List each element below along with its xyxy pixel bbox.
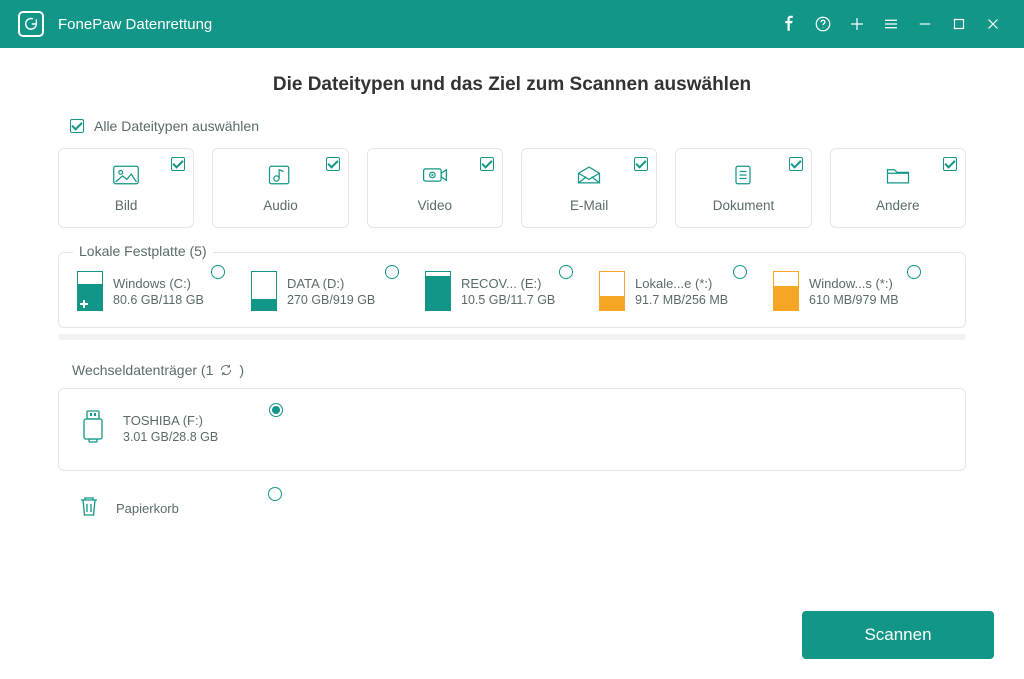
drive-icon [773, 271, 799, 311]
app-window: FonePaw Datenrettung Die Dateitypen und … [0, 0, 1024, 679]
drive-radio[interactable] [559, 265, 573, 279]
filetype-card-document[interactable]: Dokument [675, 148, 811, 228]
document-icon [729, 163, 757, 192]
recycle-bin-label: Papierkorb [116, 501, 179, 516]
drive-name: Window...s (*:) [809, 276, 899, 291]
page-title: Die Dateitypen und das Ziel zum Scannen … [58, 74, 966, 96]
drive-icon [599, 271, 625, 311]
video-icon [421, 163, 449, 192]
titlebar: FonePaw Datenrettung [0, 0, 1024, 48]
app-title: FonePaw Datenrettung [58, 16, 212, 33]
filetype-checkbox[interactable] [171, 157, 185, 171]
horizontal-scrollbar[interactable] [58, 334, 966, 340]
local-drives-legend: Lokale Festplatte (5) [73, 243, 213, 259]
filetype-label: Andere [876, 198, 920, 213]
filetype-label: Dokument [713, 198, 775, 213]
drive-size: 91.7 MB/256 MB [635, 293, 728, 307]
drive-item[interactable]: Window...s (*:) 610 MB/979 MB [773, 271, 947, 311]
local-drives-row: Windows (C:) 80.6 GB/118 GB DATA (D:) 27… [77, 271, 947, 311]
select-all-row[interactable]: Alle Dateitypen auswählen [70, 118, 966, 134]
removable-legend-prefix: Wechseldatenträger (1 [72, 362, 213, 378]
drive-name: DATA (D:) [287, 276, 375, 291]
removable-drives-group: TOSHIBA (F:) 3.01 GB/28.8 GB [58, 388, 966, 471]
email-icon [575, 163, 603, 192]
recycle-bin-item[interactable]: Papierkorb [76, 493, 256, 524]
filetype-card-email[interactable]: E-Mail [521, 148, 657, 228]
filetype-label: Bild [115, 198, 138, 213]
drive-radio[interactable] [211, 265, 225, 279]
filetype-checkbox[interactable] [634, 157, 648, 171]
filetype-card-video[interactable]: Video [367, 148, 503, 228]
filetype-checkbox[interactable] [943, 157, 957, 171]
select-all-checkbox[interactable] [70, 119, 84, 133]
drive-icon [425, 271, 451, 311]
filetype-checkbox[interactable] [326, 157, 340, 171]
app-logo [18, 11, 44, 37]
menu-icon[interactable] [874, 7, 908, 41]
drive-radio[interactable] [385, 265, 399, 279]
filetype-card-audio[interactable]: Audio [212, 148, 348, 228]
filetype-label: Video [418, 198, 452, 213]
drive-radio[interactable] [268, 487, 282, 501]
filetype-label: Audio [263, 198, 298, 213]
local-drives-group: Lokale Festplatte (5) Windows (C:) 80.6 … [58, 252, 966, 328]
facebook-icon[interactable] [772, 7, 806, 41]
drive-radio[interactable] [269, 403, 283, 417]
filetype-card-image[interactable]: Bild [58, 148, 194, 228]
windows-badge-icon [80, 300, 88, 308]
drive-name: RECOV... (E:) [461, 276, 555, 291]
filetype-label: E-Mail [570, 198, 608, 213]
register-icon[interactable] [840, 7, 874, 41]
filetype-checkbox[interactable] [480, 157, 494, 171]
help-icon[interactable] [806, 7, 840, 41]
maximize-button[interactable] [942, 7, 976, 41]
drive-name: TOSHIBA (F:) [123, 413, 218, 428]
content-area: Die Dateitypen und das Ziel zum Scannen … [0, 48, 1024, 679]
usb-icon [77, 409, 109, 448]
scan-button[interactable]: Scannen [802, 611, 994, 659]
filetype-row: Bild Audio Video E-M [58, 148, 966, 228]
image-icon [112, 163, 140, 192]
drive-item[interactable]: RECOV... (E:) 10.5 GB/11.7 GB [425, 271, 599, 311]
refresh-icon[interactable] [219, 363, 233, 377]
minimize-button[interactable] [908, 7, 942, 41]
select-all-label: Alle Dateitypen auswählen [94, 118, 259, 134]
drive-size: 10.5 GB/11.7 GB [461, 293, 555, 307]
drive-radio[interactable] [733, 265, 747, 279]
drive-item[interactable]: DATA (D:) 270 GB/919 GB [251, 271, 425, 311]
drive-size: 610 MB/979 MB [809, 293, 899, 307]
close-button[interactable] [976, 7, 1010, 41]
drive-icon [251, 271, 277, 311]
recycle-bin-icon [76, 493, 102, 524]
filetype-card-other[interactable]: Andere [830, 148, 966, 228]
drive-item[interactable]: Lokale...e (*:) 91.7 MB/256 MB [599, 271, 773, 311]
removable-header: Wechseldatenträger (1 ) [72, 362, 966, 378]
removable-drive-item[interactable]: TOSHIBA (F:) 3.01 GB/28.8 GB [77, 409, 257, 448]
removable-legend-suffix: ) [239, 362, 244, 378]
drive-icon [77, 271, 103, 311]
drive-item[interactable]: Windows (C:) 80.6 GB/118 GB [77, 271, 251, 311]
drive-radio[interactable] [907, 265, 921, 279]
drive-name: Lokale...e (*:) [635, 276, 728, 291]
drive-name: Windows (C:) [113, 276, 204, 291]
drive-size: 80.6 GB/118 GB [113, 293, 204, 307]
audio-icon [266, 163, 294, 192]
drive-size: 270 GB/919 GB [287, 293, 375, 307]
filetype-checkbox[interactable] [789, 157, 803, 171]
folder-icon [884, 163, 912, 192]
drive-size: 3.01 GB/28.8 GB [123, 430, 218, 444]
